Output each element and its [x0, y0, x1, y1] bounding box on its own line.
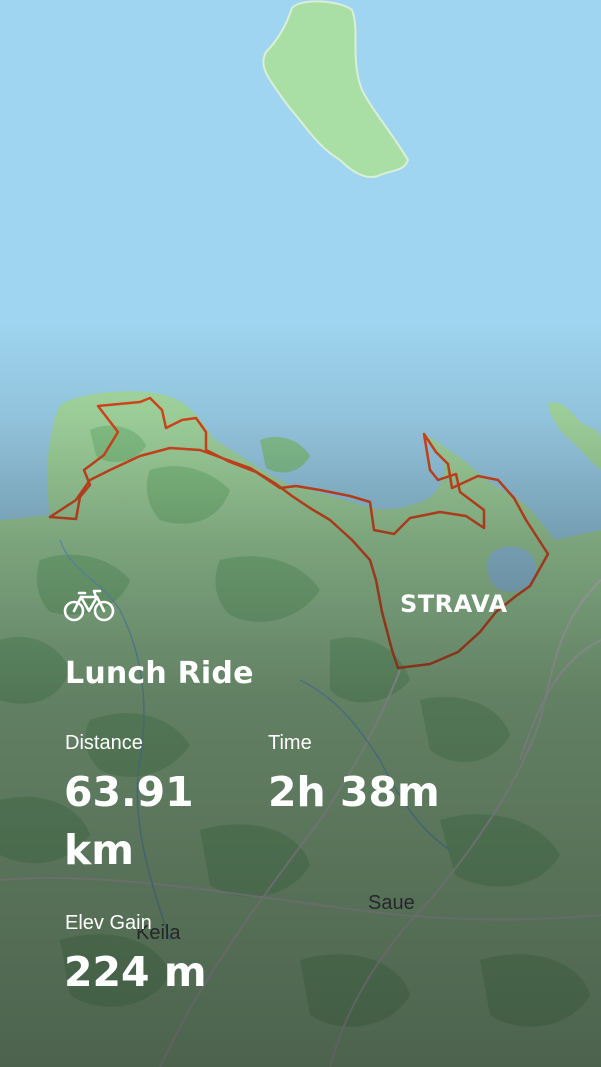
strava-logo: STRAVA: [400, 590, 508, 618]
elev-gain-label: Elev Gain: [65, 912, 152, 934]
distance-label: Distance: [65, 732, 143, 754]
activity-title: Lunch Ride: [65, 656, 254, 691]
time-label: Time: [268, 732, 312, 754]
bicycle-icon: [63, 587, 115, 623]
time-value: 2h 38m: [268, 768, 440, 816]
elev-gain-value: 224 m: [64, 948, 207, 996]
distance-value: 63.91 km: [64, 768, 194, 874]
activity-card: STRAVA Lunch Ride Distance 63.91 km Time…: [0, 0, 601, 1067]
